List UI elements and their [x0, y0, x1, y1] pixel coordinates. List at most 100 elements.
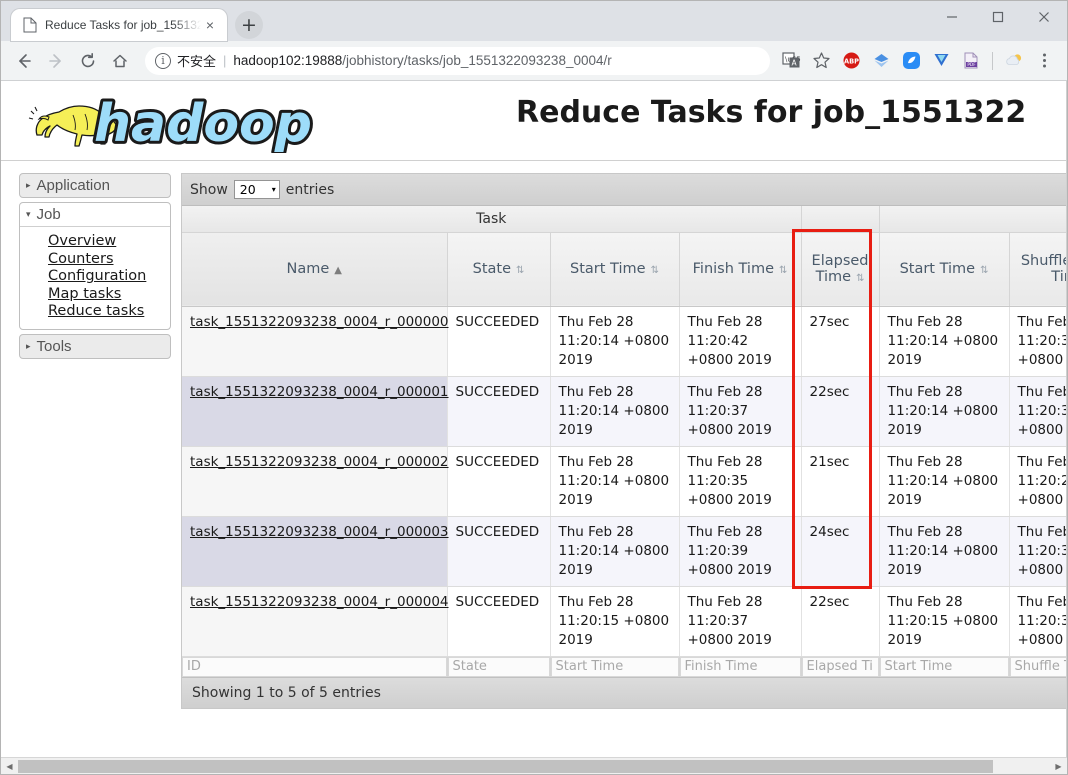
- cell-start-time: Thu Feb 28 11:20:15 +0800 2019: [550, 586, 680, 657]
- browser-window: Reduce Tasks for job_1551322 × + i 不安全 |…: [0, 0, 1068, 775]
- page-body: ▸ Application ▾ Job Overview Counters Co…: [1, 161, 1067, 709]
- table-row[interactable]: task_1551322093238_0004_r_000003 SUCCEED…: [182, 516, 1067, 587]
- sidebar-item-job[interactable]: ▾ Job: [20, 203, 170, 227]
- filter-cell-start-time: [550, 656, 680, 678]
- task-link[interactable]: task_1551322093238_0004_r_000001: [190, 384, 449, 400]
- sidebar-link-map-tasks[interactable]: Map tasks: [48, 286, 170, 304]
- filter-cell-shuffle-finish-time: [1009, 656, 1067, 678]
- filter-input-elapsed-time[interactable]: [801, 656, 879, 677]
- sidebar-item-tools[interactable]: ▸ Tools: [19, 333, 171, 359]
- omnibox[interactable]: i 不安全 | hadoop102:19888/jobhistory/tasks…: [145, 46, 770, 75]
- filter-cell-name: [182, 656, 448, 678]
- group-header-spacer-1: [801, 206, 880, 233]
- entries-select[interactable]: 20 ▾: [233, 180, 280, 199]
- pdf-extension-icon[interactable]: PDF: [957, 47, 985, 75]
- minimize-icon[interactable]: [929, 1, 975, 33]
- column-header-shuffle-finish-time[interactable]: Shuffle Finish Time: [1009, 232, 1067, 307]
- scroll-right-arrow-icon[interactable]: ▶: [1050, 758, 1067, 775]
- cell-reduce-start-time: Thu Feb 28 11:20:14 +0800 2019: [879, 306, 1010, 377]
- home-icon[interactable]: [105, 46, 135, 76]
- scroll-left-arrow-icon[interactable]: ◀: [1, 758, 18, 775]
- window-close-icon[interactable]: [1021, 1, 1067, 33]
- forward-icon[interactable]: [41, 46, 71, 76]
- reload-icon[interactable]: [73, 46, 103, 76]
- back-icon[interactable]: [9, 46, 39, 76]
- browser-tab[interactable]: Reduce Tasks for job_1551322 ×: [11, 9, 227, 41]
- adblock-plus-icon[interactable]: ABP: [837, 47, 865, 75]
- task-link[interactable]: task_1551322093238_0004_r_000004: [190, 594, 449, 610]
- cell-task-name: task_1551322093238_0004_r_000004: [182, 586, 449, 657]
- blue-diamond-extension-icon[interactable]: [867, 47, 895, 75]
- column-header-finish-time[interactable]: Finish Time ⇅: [679, 232, 802, 307]
- table-row[interactable]: task_1551322093238_0004_r_000000 SUCCEED…: [182, 306, 1067, 377]
- table-info: Showing 1 to 5 of 5 entries: [182, 677, 1067, 708]
- filter-input-reduce-start-time[interactable]: [879, 656, 1009, 677]
- info-icon[interactable]: i: [155, 52, 171, 69]
- cell-state: SUCCEEDED: [447, 516, 551, 587]
- table-row[interactable]: task_1551322093238_0004_r_000004 SUCCEED…: [182, 586, 1067, 657]
- reduce-tasks-table: Task Name ▲ State ⇅ Start Time ⇅ Finish …: [182, 206, 1067, 678]
- show-label: Show: [190, 181, 228, 198]
- maximize-icon[interactable]: [975, 1, 1021, 33]
- cell-finish-time: Thu Feb 28 11:20:37 +0800 2019: [679, 376, 802, 447]
- cell-elapsed-time: 24sec: [801, 516, 880, 587]
- weather-extension-icon[interactable]: [1000, 47, 1028, 75]
- url-path: /jobhistory/tasks/job_1551322093238_0004…: [342, 53, 612, 68]
- sidebar-item-label: Job: [36, 206, 61, 223]
- horizontal-scrollbar[interactable]: ◀ ▶: [1, 757, 1067, 774]
- filter-cell-finish-time: [679, 656, 802, 678]
- filter-input-start-time[interactable]: [550, 656, 679, 677]
- hadoop-jobhistory-page: hadoop hadoop Reduce Tasks for job_15513…: [1, 81, 1067, 741]
- sort-none-icon: ⇅: [856, 273, 865, 284]
- chrome-menu-icon[interactable]: [1030, 47, 1058, 75]
- sidebar-link-configuration[interactable]: Configuration: [48, 268, 170, 286]
- sort-none-icon: ⇅: [650, 265, 659, 276]
- v-shape-extension-icon[interactable]: [927, 47, 955, 75]
- cell-reduce-start-time: Thu Feb 28 11:20:15 +0800 2019: [879, 586, 1010, 657]
- cell-shuffle-finish-time: Thu Feb 28 11:20:33 +0800 2019: [1009, 516, 1067, 587]
- cell-finish-time: Thu Feb 28 11:20:35 +0800 2019: [679, 446, 802, 517]
- column-header-elapsed-time[interactable]: Elapsed Time ⇅: [801, 232, 880, 307]
- cell-elapsed-time: 22sec: [801, 586, 880, 657]
- sidebar-link-overview[interactable]: Overview: [48, 233, 170, 251]
- task-link[interactable]: task_1551322093238_0004_r_000000: [190, 314, 449, 330]
- column-header-label: Start Time: [570, 261, 646, 277]
- cell-task-name: task_1551322093238_0004_r_000003: [182, 516, 449, 587]
- scrollbar-track[interactable]: [18, 758, 1050, 775]
- entries-length-control: Show 20 ▾ entries: [182, 174, 1067, 206]
- cell-shuffle-finish-time: Thu Feb 28 11:20:30 +0800 2019: [1009, 586, 1067, 657]
- scrollbar-thumb[interactable]: [18, 759, 993, 773]
- sidebar-item-application[interactable]: ▸ Application: [19, 173, 171, 198]
- column-header-start-time[interactable]: Start Time ⇅: [550, 232, 680, 307]
- table-row[interactable]: task_1551322093238_0004_r_000002 SUCCEED…: [182, 446, 1067, 517]
- filter-input-finish-time[interactable]: [679, 656, 801, 677]
- bookmark-star-icon[interactable]: [807, 47, 835, 75]
- blue-circle-extension-icon[interactable]: [897, 47, 925, 75]
- omnibox-separator: |: [223, 53, 227, 68]
- filter-input-shuffle-time[interactable]: [1009, 656, 1067, 677]
- filter-input-id[interactable]: [182, 656, 447, 677]
- new-tab-button[interactable]: +: [235, 11, 263, 39]
- document-icon: [23, 17, 37, 33]
- column-header-label: Shuffle Finish Time: [1020, 253, 1067, 285]
- security-label: 不安全: [177, 55, 217, 70]
- close-icon[interactable]: ×: [201, 16, 219, 34]
- chevron-down-icon: ▾: [271, 185, 276, 194]
- browser-titlebar: Reduce Tasks for job_1551322 × +: [1, 1, 1067, 41]
- sidebar-link-reduce-tasks[interactable]: Reduce tasks: [48, 303, 170, 321]
- address-bar-url: hadoop102:19888/jobhistory/tasks/job_155…: [233, 53, 611, 68]
- hadoop-logo[interactable]: hadoop hadoop: [19, 89, 319, 153]
- table-row[interactable]: task_1551322093238_0004_r_000001 SUCCEED…: [182, 376, 1067, 447]
- column-header-state[interactable]: State ⇅: [447, 232, 551, 307]
- column-header-reduce-start-time[interactable]: Start Time ⇅: [879, 232, 1010, 307]
- cell-task-name: task_1551322093238_0004_r_000002: [182, 446, 449, 517]
- sidebar-link-counters[interactable]: Counters: [48, 251, 170, 269]
- task-link[interactable]: task_1551322093238_0004_r_000003: [190, 524, 449, 540]
- column-header-name[interactable]: Name ▲: [182, 232, 448, 307]
- filter-input-state[interactable]: [447, 656, 550, 677]
- svg-text:PDF: PDF: [967, 62, 976, 68]
- task-link[interactable]: task_1551322093238_0004_r_000002: [190, 454, 449, 470]
- sidebar-section-tools: ▸ Tools: [19, 333, 171, 359]
- cell-elapsed-time: 21sec: [801, 446, 880, 517]
- translate-icon[interactable]: \u6587 A: [777, 47, 805, 75]
